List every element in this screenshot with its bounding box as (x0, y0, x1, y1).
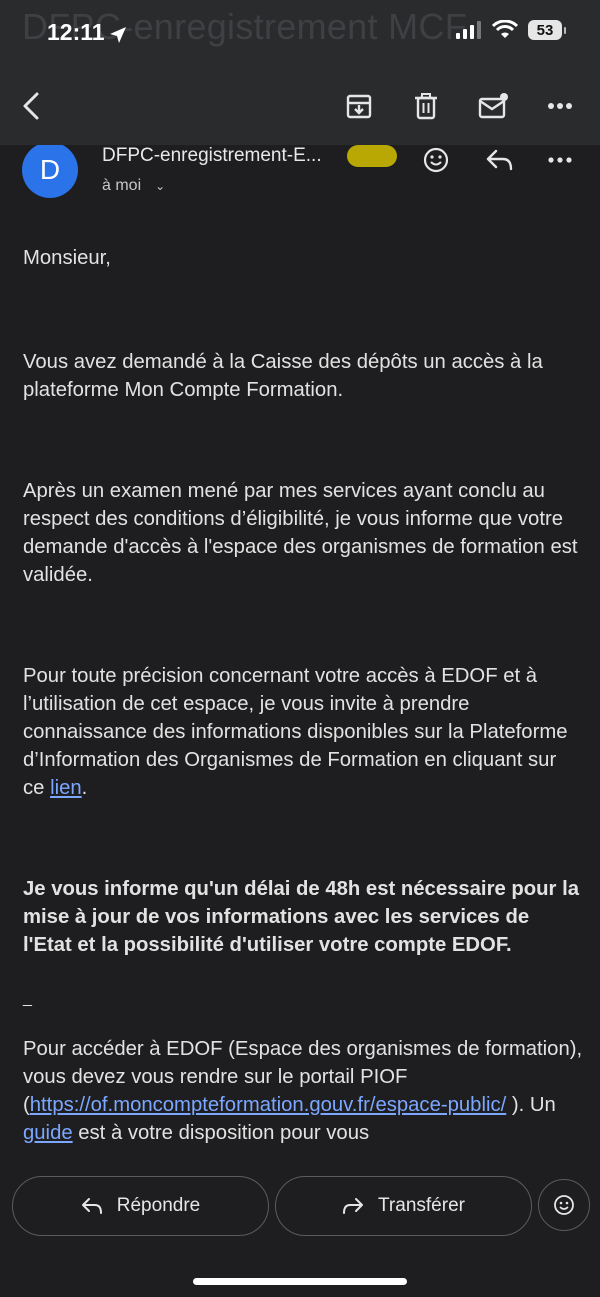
forward-icon (343, 1198, 364, 1214)
body-paragraph-with-link: Pour toute précision concernant votre ac… (23, 662, 583, 802)
trash-icon (415, 93, 437, 120)
emoji-icon (554, 1195, 574, 1215)
add-reaction-button[interactable] (421, 145, 451, 175)
location-arrow-icon (110, 27, 126, 43)
mark-unread-button[interactable] (475, 88, 511, 124)
reply-icon-button[interactable] (484, 145, 514, 175)
body-text: ). Un (506, 1094, 556, 1116)
sender-name[interactable]: DFPC-enregistrement-E... (102, 145, 322, 167)
reply-icon (81, 1198, 102, 1214)
guide-link[interactable]: guide (23, 1122, 73, 1144)
forward-label: Transférer (378, 1195, 465, 1216)
back-button[interactable] (14, 88, 50, 124)
home-indicator[interactable] (193, 1278, 407, 1285)
body-paragraph: Vous avez demandé à la Caisse des dépôts… (23, 351, 543, 401)
redacted-mark (347, 145, 397, 167)
body-text: est à votre disposition pour vous (72, 1122, 370, 1144)
more-horiz-icon (548, 157, 572, 163)
more-options-button[interactable] (542, 88, 578, 124)
more-horiz-icon (548, 103, 572, 109)
lien-link[interactable]: lien (50, 777, 82, 799)
reply-label: Répondre (116, 1195, 201, 1216)
bottom-action-bar: Répondre Transférer (0, 1162, 600, 1297)
sender-avatar[interactable]: D (22, 142, 78, 198)
delete-button[interactable] (408, 88, 444, 124)
emoji-reaction-button[interactable] (538, 1179, 590, 1231)
archive-button[interactable] (341, 88, 377, 124)
archive-icon (346, 94, 372, 119)
body-text: Pour toute précision concernant votre ac… (23, 665, 568, 799)
bold-notice-paragraph: Je vous informe qu'un délai de 48h est n… (23, 878, 579, 956)
status-indicators: 53 (456, 20, 566, 40)
body-paragraph: Après un examen mené par mes services ay… (23, 480, 578, 586)
body-paragraph: Monsieur, (23, 247, 111, 269)
wifi-icon (492, 20, 518, 38)
separator-mark: _ (23, 990, 32, 1007)
cellular-signal-icon (456, 21, 481, 39)
message-body: Monsieur, Vous avez demandé à la Caisse … (23, 240, 583, 1147)
reply-icon (486, 149, 513, 171)
battery-indicator: 53 (528, 20, 566, 40)
portal-url-link[interactable]: https://of.moncompteformation.gouv.fr/es… (30, 1094, 506, 1116)
body-text: . (81, 777, 88, 799)
top-app-bar: DFPC-enregistrement MCF 12:11 53 (0, 0, 600, 145)
mark-unread-icon (478, 93, 508, 119)
status-time: 12:11 (47, 19, 105, 45)
forward-button[interactable]: Transférer (275, 1176, 532, 1236)
back-arrow-icon (23, 92, 39, 120)
body-paragraph-with-links: Pour accéder à EDOF (Espace des organism… (23, 1035, 583, 1147)
message-more-button[interactable] (545, 145, 575, 175)
emoji-icon (423, 147, 449, 173)
chevron-down-icon: ⌄ (155, 179, 166, 193)
reply-button[interactable]: Répondre (12, 1176, 269, 1236)
recipient-line[interactable]: à moi ⌄ (102, 177, 165, 195)
recipient-label: à moi (102, 177, 142, 194)
